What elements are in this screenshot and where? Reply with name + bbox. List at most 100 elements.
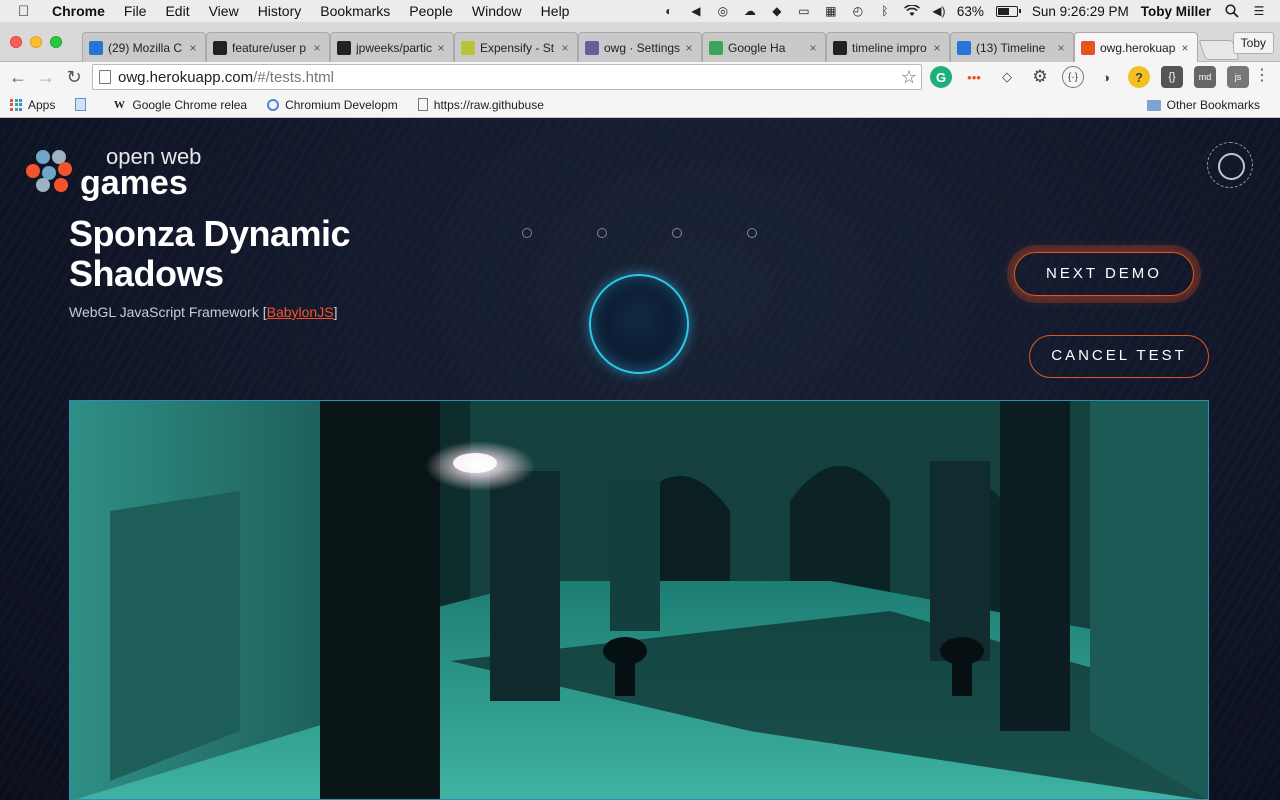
browser-tab[interactable]: (13) Timeline × <box>950 32 1074 62</box>
tab-title: Expensify - St <box>480 40 555 55</box>
progress-dot <box>672 228 682 238</box>
tab-favicon-icon <box>833 40 847 55</box>
menu-history[interactable]: History <box>258 3 302 19</box>
demo-canvas[interactable] <box>69 400 1209 800</box>
menu-people[interactable]: People <box>409 3 453 19</box>
tab-close-icon[interactable]: × <box>683 41 695 55</box>
user-name[interactable]: Toby Miller <box>1141 4 1211 19</box>
airplay-icon[interactable]: ▭ <box>795 4 813 18</box>
tab-close-icon[interactable]: × <box>931 41 943 55</box>
url-path: /#/tests.html <box>253 68 334 86</box>
help-extension-icon[interactable]: ? <box>1128 66 1150 88</box>
tab-title: owg.herokuapp <box>1100 40 1176 55</box>
spotlight-search-icon[interactable] <box>1223 4 1241 18</box>
browser-tab[interactable]: (29) Mozilla C × <box>82 32 206 62</box>
progress-dots <box>522 228 822 238</box>
apps-grid-icon <box>10 98 22 111</box>
volume-icon[interactable]: ◀) <box>930 4 948 18</box>
swirl-extension-icon[interactable]: ◑ <box>1095 66 1117 88</box>
sync-icon[interactable]: ◎ <box>714 4 732 18</box>
clock[interactable]: Sun 9:26:29 PM <box>1032 4 1129 19</box>
js-extension-icon[interactable]: js <box>1227 66 1249 88</box>
tab-close-icon[interactable]: × <box>435 41 447 55</box>
address-bar[interactable]: owg.herokuapp.com/#/tests.html ☆ <box>92 64 922 90</box>
tab-close-icon[interactable]: × <box>1179 41 1191 55</box>
bookmark-item[interactable]: https://raw.githubuse <box>417 98 544 112</box>
menu-edit[interactable]: Edit <box>165 3 189 19</box>
wifi-icon[interactable] <box>903 4 921 18</box>
menu-icon[interactable]: ⋮ <box>1254 66 1270 86</box>
cancel-test-button[interactable]: CANCEL TEST <box>1029 335 1209 378</box>
cloud-icon[interactable]: ☁ <box>741 4 759 18</box>
map-extension-icon[interactable]: ◇ <box>996 66 1018 88</box>
reload-icon[interactable]: ↻ <box>60 67 88 88</box>
bookmark-item[interactable] <box>75 98 92 111</box>
open-web-games-logo[interactable]: open web games <box>26 146 201 200</box>
profile-button[interactable]: Toby <box>1232 32 1274 54</box>
tab-close-icon[interactable]: × <box>559 41 571 55</box>
babylonjs-link[interactable]: BabylonJS <box>267 304 334 320</box>
menu-view[interactable]: View <box>209 3 239 19</box>
forward-icon[interactable]: → <box>32 67 60 88</box>
browser-tab[interactable]: timeline impro × <box>826 32 950 62</box>
bookmark-item[interactable]: W Google Chrome relea <box>112 98 247 112</box>
menu-app-chrome[interactable]: Chrome <box>52 3 105 19</box>
moon-icon[interactable]: ◐ <box>660 4 678 18</box>
bookmark-item[interactable]: Chromium Developm <box>267 98 398 112</box>
tab-close-icon[interactable]: × <box>807 41 819 55</box>
next-demo-button[interactable]: NEXT DEMO <box>1014 252 1194 296</box>
tab-close-icon[interactable]: × <box>187 41 199 55</box>
keyboard-icon[interactable]: ▦ <box>822 4 840 18</box>
minimize-window-button[interactable] <box>30 36 42 48</box>
bookmark-apps[interactable]: Apps <box>10 98 55 112</box>
bluetooth-icon[interactable]: ᛒ <box>876 4 894 18</box>
mute-icon[interactable]: ◀ <box>687 4 705 18</box>
battery-percent[interactable]: 63% <box>957 4 984 19</box>
browser-toolbar: ← → ↻ owg.herokuapp.com/#/tests.html ☆ G… <box>0 62 1280 92</box>
bookmark-label: Google Chrome relea <box>132 97 248 112</box>
markdown-extension-icon[interactable]: md <box>1194 66 1216 88</box>
tab-close-icon[interactable]: × <box>311 41 323 55</box>
browser-tab[interactable]: owg · Settings × <box>578 32 702 62</box>
browser-tab[interactable]: feature/user p × <box>206 32 330 62</box>
time-machine-icon[interactable]: ◴ <box>849 4 867 18</box>
apple-icon[interactable]:  <box>18 3 38 20</box>
star-icon[interactable]: ☆ <box>901 67 917 88</box>
zoom-window-button[interactable] <box>50 36 62 48</box>
web-page: open web games Sponza Dynamic Shadows We… <box>0 118 1280 800</box>
tab-close-icon[interactable]: × <box>1055 41 1067 55</box>
tab-title: (29) Mozilla C <box>108 40 183 55</box>
back-icon[interactable]: ← <box>4 67 32 88</box>
browser-tab[interactable]: jpweeks/partic × <box>330 32 454 62</box>
loading-spinner-icon <box>1207 142 1253 188</box>
json-extension-icon[interactable]: {} <box>1161 66 1183 88</box>
bookmarks-bar: Apps W Google Chrome relea Chromium Deve… <box>0 92 1280 118</box>
battery-icon[interactable] <box>995 5 1021 17</box>
braces-extension-icon[interactable]: {·} <box>1062 66 1084 88</box>
demo-title: Sponza Dynamic Shadows <box>69 213 351 294</box>
menu-file[interactable]: File <box>124 3 147 19</box>
grammarly-extension-icon[interactable]: G <box>930 66 952 88</box>
bookmark-label: Chromium Developm <box>285 97 398 112</box>
browser-tab[interactable]: Google Ha × <box>702 32 826 62</box>
notification-center-icon[interactable]: ☰ <box>1250 4 1268 18</box>
other-bookmarks-label: Other Bookmarks <box>1166 98 1260 112</box>
page-icon <box>417 98 428 111</box>
tab-favicon-icon <box>709 40 723 55</box>
close-window-button[interactable] <box>10 36 22 48</box>
other-bookmarks[interactable]: Other Bookmarks <box>1146 98 1260 112</box>
tab-title: (13) Timeline <box>976 40 1046 55</box>
menu-window[interactable]: Window <box>472 3 522 19</box>
menu-help[interactable]: Help <box>541 3 570 19</box>
dots-extension-icon[interactable]: ••• <box>963 66 985 88</box>
tab-favicon-icon <box>461 40 475 55</box>
browser-tab[interactable]: owg.herokuapp × <box>1074 32 1198 62</box>
gear-icon[interactable]: ⚙ <box>1029 66 1051 88</box>
folder-icon <box>1146 99 1161 111</box>
dropbox-icon[interactable]: ◆ <box>768 4 786 18</box>
demo-subtitle: WebGL JavaScript Framework [BabylonJS] <box>69 304 337 320</box>
url-text[interactable]: owg.herokuapp.com/#/tests.html <box>118 69 901 86</box>
browser-tab[interactable]: Expensify - St × <box>454 32 578 62</box>
menu-bookmarks[interactable]: Bookmarks <box>320 3 390 19</box>
progress-dot <box>522 228 532 238</box>
